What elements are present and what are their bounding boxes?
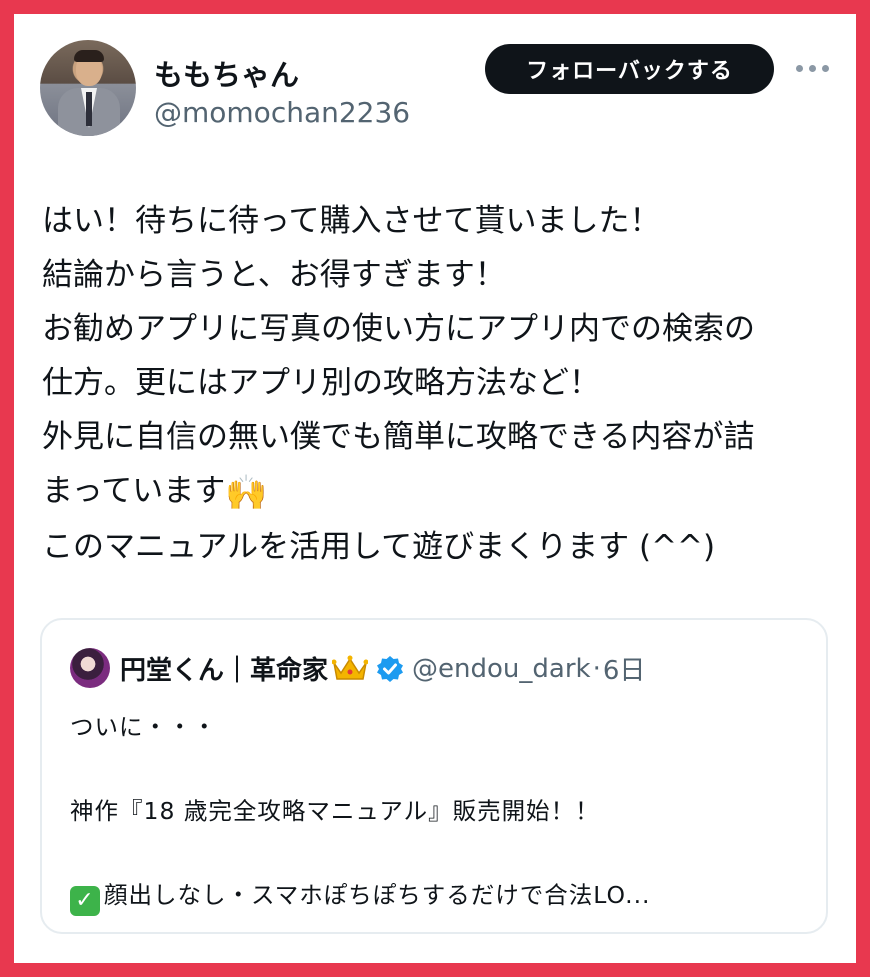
avatar[interactable] bbox=[40, 40, 136, 136]
quoted-timestamp[interactable]: 6日 bbox=[603, 650, 646, 687]
tweet-line: 外見に自信の無い僕でも簡単に攻略できる内容が詰 bbox=[42, 419, 755, 455]
quoted-line: ✓ 顔出しなし・スマホぽちぽちするだけで合法LO... bbox=[70, 874, 810, 916]
verified-badge-icon bbox=[376, 655, 404, 683]
quoted-handle[interactable]: @endou_dark bbox=[412, 654, 591, 684]
crown-emoji bbox=[332, 655, 369, 683]
tweet-text: はい！待ちに待って購入させて貰いました！ 結論から言うと、お得すぎます！ お勧め… bbox=[42, 194, 842, 574]
tweet-line: はい！待ちに待って購入させて貰いました！ bbox=[42, 203, 661, 239]
quoted-line bbox=[70, 832, 810, 874]
tweet-card: ももちゃん @momochan2236 フォローバックする はい！待ちに待って購… bbox=[14, 14, 856, 963]
quoted-avatar[interactable] bbox=[70, 648, 110, 688]
tweet-line: まっています🙌 bbox=[42, 464, 842, 520]
quoted-line: 神作『18 歳完全攻略マニュアル』販売開始！！ bbox=[70, 797, 600, 825]
tweet-line-text: まっています bbox=[42, 473, 226, 509]
tweet-line: お勧めアプリに写真の使い方にアプリ内での検索の bbox=[42, 311, 755, 347]
tweet-line: 結論から言うと、お得すぎます！ bbox=[42, 257, 506, 293]
follow-back-button[interactable]: フォローバックする bbox=[485, 44, 774, 94]
quoted-line-text: 顔出しなし・スマホぽちぽちするだけで合法LO... bbox=[104, 881, 651, 909]
avatar-tie bbox=[86, 92, 92, 126]
quoted-line: ついに・・・ bbox=[70, 713, 217, 741]
more-horizontal-icon[interactable] bbox=[796, 62, 830, 76]
tweet-line: このマニュアルを活用して遊びまくります (^^) bbox=[42, 529, 716, 565]
quoted-line bbox=[70, 748, 810, 790]
check-mark-emoji: ✓ bbox=[70, 886, 100, 916]
display-name[interactable]: ももちゃん bbox=[154, 52, 299, 94]
tweet-line: 仕方。更にはアプリ別の攻略方法など！ bbox=[42, 365, 600, 401]
quoted-tweet[interactable]: 円堂くん｜革命家 @endou_dark · 6日 ついに・・・ 神作『18 歳… bbox=[40, 618, 828, 934]
quoted-display-name[interactable]: 円堂くん｜革命家 bbox=[120, 650, 328, 687]
raising-hands-emoji: 🙌 bbox=[225, 473, 268, 513]
quoted-text: ついに・・・ 神作『18 歳完全攻略マニュアル』販売開始！！ ✓ 顔出しなし・スマ… bbox=[70, 706, 810, 916]
user-handle[interactable]: @momochan2236 bbox=[154, 96, 410, 129]
quoted-header: 円堂くん｜革命家 @endou_dark · 6日 bbox=[120, 650, 645, 687]
avatar-hair bbox=[74, 50, 104, 62]
separator-dot: · bbox=[592, 653, 601, 684]
